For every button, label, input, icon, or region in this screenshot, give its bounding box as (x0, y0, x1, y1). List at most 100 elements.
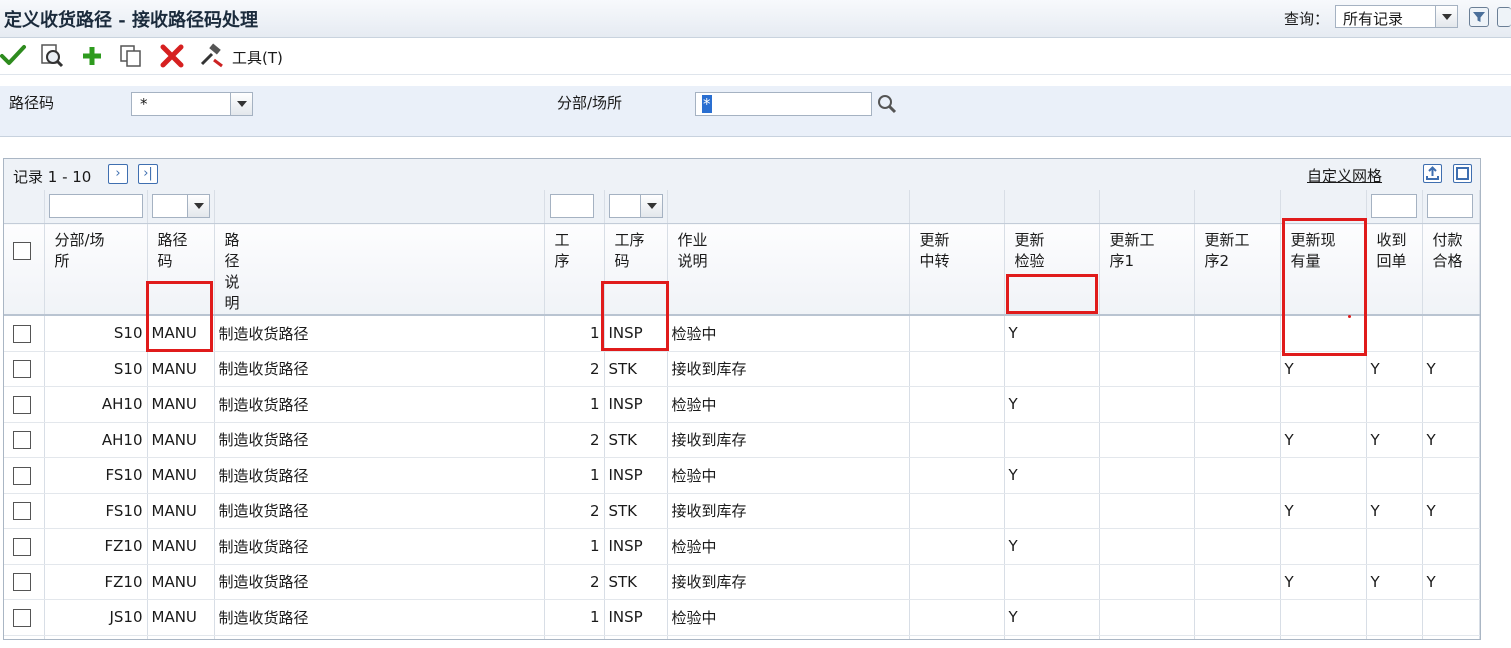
payment-cell[interactable] (1422, 315, 1480, 352)
payment-cell[interactable] (1422, 386, 1480, 423)
transit-cell[interactable] (909, 457, 1005, 494)
table-row[interactable]: JS10 MANU 制造收货路径 1 INSP 检验中 Y (4, 599, 1480, 636)
step-cell[interactable]: 1 (544, 386, 605, 423)
onhand-cell[interactable] (1280, 315, 1367, 352)
row-checkbox[interactable] (13, 431, 31, 449)
column-header[interactable]: 工序码 (604, 223, 668, 316)
route-code-cell[interactable]: MANU (147, 315, 215, 352)
delete-icon[interactable] (158, 42, 186, 70)
op2-cell[interactable] (1194, 457, 1281, 494)
onhand-cell[interactable]: Y (1280, 351, 1367, 387)
payment-cell[interactable]: Y (1422, 351, 1480, 387)
op-desc-cell[interactable]: 接收到库存 (667, 635, 910, 639)
table-row[interactable]: AH10 MANU 制造收货路径 2 STK 接收到库存 Y Y Y (4, 422, 1480, 458)
receipt-filter-input[interactable] (1370, 194, 1417, 218)
row-checkbox[interactable] (13, 502, 31, 520)
step-cell[interactable]: 1 (544, 457, 605, 494)
op-filter-select[interactable] (608, 194, 663, 218)
onhand-cell[interactable] (1280, 528, 1367, 565)
step-cell[interactable]: 2 (544, 493, 605, 529)
step-cell[interactable]: 2 (544, 351, 605, 387)
receipt-cell[interactable]: Y (1366, 564, 1423, 600)
op2-cell[interactable] (1194, 635, 1281, 639)
table-row[interactable]: FS10 MANU 制造收货路径 2 STK 接收到库存 Y Y Y (4, 493, 1480, 529)
transit-cell[interactable] (909, 351, 1005, 387)
route-filter-select[interactable] (151, 194, 210, 218)
branch-cell[interactable]: FS10 (44, 493, 148, 529)
route-code-select[interactable]: * (131, 92, 253, 116)
route-code-cell[interactable]: MANU (147, 386, 215, 423)
op-desc-cell[interactable]: 检验中 (667, 315, 910, 352)
receipt-cell[interactable]: Y (1366, 493, 1423, 529)
payment-filter-input[interactable] (1426, 194, 1473, 218)
branch-filter-input[interactable] (48, 194, 143, 218)
op1-cell[interactable] (1099, 386, 1195, 423)
transit-cell[interactable] (909, 422, 1005, 458)
row-checkbox[interactable] (13, 466, 31, 485)
op2-cell[interactable] (1194, 564, 1281, 600)
inspect-cell[interactable] (1004, 493, 1100, 529)
payment-cell[interactable]: Y (1422, 493, 1480, 529)
route-code-cell[interactable]: MANU (147, 457, 215, 494)
route-code-cell[interactable]: MANU (147, 635, 215, 639)
column-header[interactable]: 更新工序2 (1194, 223, 1281, 316)
op2-cell[interactable] (1194, 528, 1281, 565)
receipt-cell[interactable] (1366, 457, 1423, 494)
row-checkbox[interactable] (13, 395, 31, 414)
onhand-cell[interactable]: Y (1280, 493, 1367, 529)
op2-cell[interactable] (1194, 493, 1281, 529)
receipt-cell[interactable] (1366, 528, 1423, 565)
op1-cell[interactable] (1099, 493, 1195, 529)
route-desc-cell[interactable]: 制造收货路径 (214, 635, 545, 639)
table-row[interactable]: JS10MANU制造收货路径2STK接收到库存YYY (4, 635, 1480, 639)
add-icon[interactable] (78, 42, 106, 70)
table-row[interactable]: S10 MANU 制造收货路径 1 INSP 检验中 Y (4, 315, 1480, 352)
op2-cell[interactable] (1194, 422, 1281, 458)
step-cell[interactable]: 1 (544, 528, 605, 565)
op-code-cell[interactable]: INSP (604, 599, 668, 636)
op1-cell[interactable] (1099, 528, 1195, 565)
receipt-cell[interactable]: Y (1366, 635, 1423, 639)
row-checkbox[interactable] (13, 573, 31, 591)
branch-cell[interactable]: JS10 (44, 635, 148, 639)
op-code-cell[interactable]: STK (604, 564, 668, 600)
chevron-down-icon[interactable] (230, 93, 252, 115)
column-header[interactable]: 更新中转 (909, 223, 1005, 316)
op-desc-cell[interactable]: 检验中 (667, 386, 910, 423)
inspect-cell[interactable]: Y (1004, 599, 1100, 636)
ok-check-icon[interactable] (0, 42, 28, 70)
column-header[interactable]: 更新检验 (1004, 223, 1100, 316)
branch-cell[interactable]: FS10 (44, 457, 148, 494)
op-desc-cell[interactable]: 接收到库存 (667, 493, 910, 529)
route-code-cell[interactable]: MANU (147, 528, 215, 565)
route-desc-cell[interactable]: 制造收货路径 (214, 564, 545, 600)
op-desc-cell[interactable]: 检验中 (667, 457, 910, 494)
op-code-cell[interactable]: INSP (604, 315, 668, 352)
onhand-cell[interactable]: Y (1280, 564, 1367, 600)
query-select[interactable]: 所有记录 (1335, 5, 1458, 28)
column-header[interactable]: 路径码 (147, 223, 215, 316)
panel-icon[interactable] (1497, 7, 1511, 27)
customize-grid-link[interactable]: 自定义网格 (1307, 165, 1382, 186)
route-desc-cell[interactable]: 制造收货路径 (214, 351, 545, 387)
row-checkbox[interactable] (13, 608, 31, 627)
route-code-cell[interactable]: MANU (147, 351, 215, 387)
next-page-icon[interactable]: › (108, 164, 128, 184)
column-header[interactable]: 更新现有量 (1280, 223, 1367, 316)
onhand-cell[interactable] (1280, 386, 1367, 423)
step-cell[interactable]: 1 (544, 599, 605, 636)
table-row[interactable]: AH10 MANU 制造收货路径 1 INSP 检验中 Y (4, 386, 1480, 423)
column-header[interactable]: 作业说明 (667, 223, 910, 316)
op-desc-cell[interactable]: 检验中 (667, 528, 910, 565)
column-header[interactable]: 路径说明 (214, 223, 545, 316)
payment-cell[interactable] (1422, 599, 1480, 636)
export-icon[interactable] (1423, 164, 1442, 183)
tools-menu[interactable]: 工具(T) (232, 47, 283, 68)
op-desc-cell[interactable]: 接收到库存 (667, 351, 910, 387)
tools-icon[interactable] (198, 42, 226, 70)
op1-cell[interactable] (1099, 564, 1195, 600)
route-code-cell[interactable]: MANU (147, 422, 215, 458)
copy-icon[interactable] (117, 42, 145, 70)
payment-cell[interactable] (1422, 457, 1480, 494)
inspect-cell[interactable]: Y (1004, 315, 1100, 352)
